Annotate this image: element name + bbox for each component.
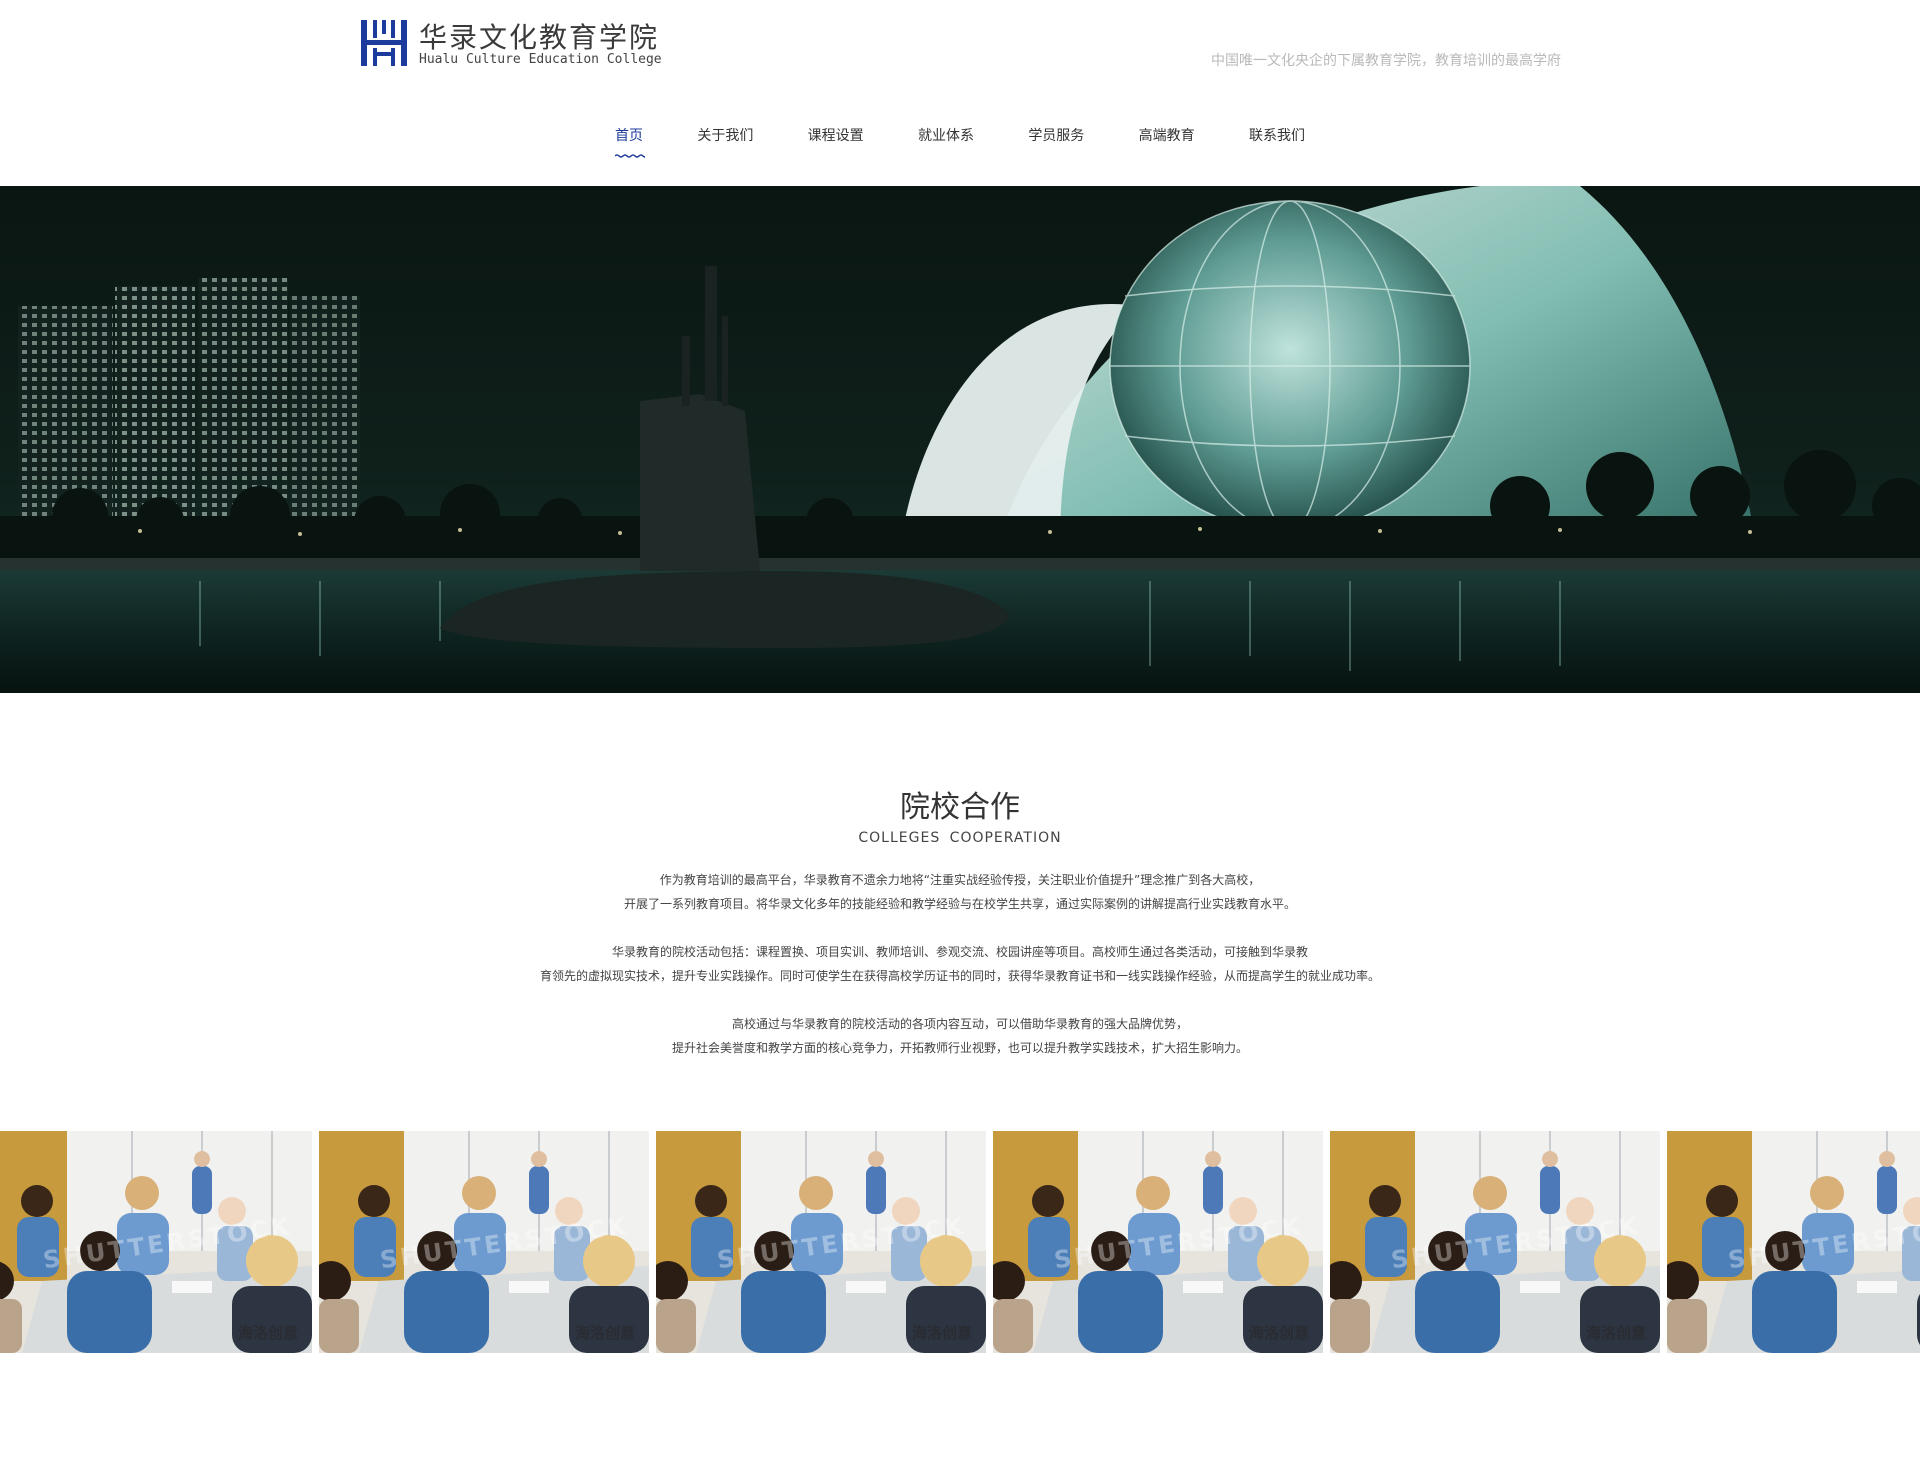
photo-watermark-corner: 海洛创意 <box>1248 1324 1309 1342</box>
nav-item-label: 首页 <box>615 128 643 144</box>
nav-item-label: 课程设置 <box>807 128 864 144</box>
site-header: 华录文化教育学院 Hualu Culture Education College… <box>0 0 1920 186</box>
paragraph-line: 高校通过与华录教育的院校活动的各项内容互动，可以借助华录教育的强大品牌优势， <box>731 1017 1188 1031</box>
gallery-photo-5[interactable]: SHUTTERSTOCK 海洛创意 <box>1330 1131 1660 1353</box>
nav-item-label: 学员服务 <box>1028 128 1085 144</box>
cooperation-gallery: SHUTTERSTOCK 海洛创意 SHUTTERSTOCK 海洛创意 SHUTTE… <box>0 1131 1920 1353</box>
gallery-photo-6[interactable]: SHUTTERSTOCK海洛创意 <box>1667 1131 1920 1353</box>
nav-item-label: 高端教育 <box>1138 128 1195 144</box>
logo-chinese-name: 华录文化教育学院 <box>419 21 660 54</box>
paragraph: 作为教育培训的最高平台，华录教育不遗余力地将“注重实战经验传授，关注职业价值提升… <box>400 868 1520 916</box>
hero-banner <box>0 186 1920 693</box>
site-logo[interactable]: 华录文化教育学院 Hualu Culture Education College <box>359 16 679 72</box>
section-body: 作为教育培训的最高平台，华录教育不遗余力地将“注重实战经验传授，关注职业价值提升… <box>400 868 1520 1084</box>
nav-item-advanced-education[interactable]: 高端教育 <box>1124 120 1210 160</box>
nav-item-label: 关于我们 <box>697 128 754 144</box>
header-slogan: 中国唯一文化央企的下属教育学院，教育培训的最高学府 <box>1211 53 1561 69</box>
section-subtitle: COLLEGES COOPERATION <box>858 830 1062 846</box>
paragraph-line: 开展了一系列教育项目。将华录文化多年的技能经验和教学经验与在校学生共享，通过实际… <box>623 897 1296 911</box>
nav-item-employment[interactable]: 就业体系 <box>903 120 989 160</box>
photo-watermark-corner: 海洛创意 <box>574 1324 635 1342</box>
logo-emblem-icon <box>361 20 407 66</box>
paragraph-line: 育领先的虚拟现实技术，提升专业实践操作。同时可使学生在获得高校学历证书的同时，获… <box>539 969 1380 983</box>
section-title: 院校合作 <box>900 790 1020 825</box>
paragraph-line: 华录教育的院校活动包括：课程置换、项目实训、教师培训、参观交流、校园讲座等项目。… <box>611 945 1308 959</box>
nav-item-courses[interactable]: 课程设置 <box>793 120 879 160</box>
hero-banner-image <box>0 186 1920 693</box>
gallery-photo-3[interactable]: SHUTTERSTOCK 海洛创意 <box>656 1131 986 1353</box>
photo-watermark-corner: 海洛创意 <box>1585 1324 1646 1342</box>
logo-english-name: Hualu Culture Education College <box>419 52 662 67</box>
nav-item-home[interactable]: 首页 <box>600 120 658 160</box>
nav-item-label: 就业体系 <box>917 128 974 144</box>
paragraph: 高校通过与华录教育的院校活动的各项内容互动，可以借助华录教育的强大品牌优势， 提… <box>400 1012 1520 1060</box>
nav-item-label: 联系我们 <box>1248 128 1305 144</box>
nav-item-student-services[interactable]: 学员服务 <box>1013 120 1099 160</box>
nav-active-indicator <box>615 154 645 158</box>
gallery-photo-2[interactable]: SHUTTERSTOCK 海洛创意 <box>319 1131 649 1353</box>
gallery-photo-1[interactable]: SHUTTERSTOCK 海洛创意 <box>0 1131 312 1353</box>
paragraph: 华录教育的院校活动包括：课程置换、项目实训、教师培训、参观交流、校园讲座等项目。… <box>400 940 1520 988</box>
paragraph-line: 提升社会美誉度和教学方面的核心竞争力，开拓教师行业视野，也可以提升教学实践技术，… <box>671 1041 1248 1055</box>
photo-watermark-corner: 海洛创意 <box>911 1324 972 1342</box>
paragraph-line: 作为教育培训的最高平台，华录教育不遗余力地将“注重实战经验传授，关注职业价值提升… <box>659 873 1261 887</box>
nav-item-contact[interactable]: 联系我们 <box>1234 120 1320 160</box>
main-nav: 首页 关于我们 课程设置 就业体系 学员服务 高端教育 联系我们 <box>600 120 1320 160</box>
gallery-photo-4[interactable]: SHUTTERSTOCK 海洛创意 <box>993 1131 1323 1353</box>
nav-item-about[interactable]: 关于我们 <box>682 120 768 160</box>
photo-watermark-corner: 海洛创意 <box>237 1324 298 1342</box>
